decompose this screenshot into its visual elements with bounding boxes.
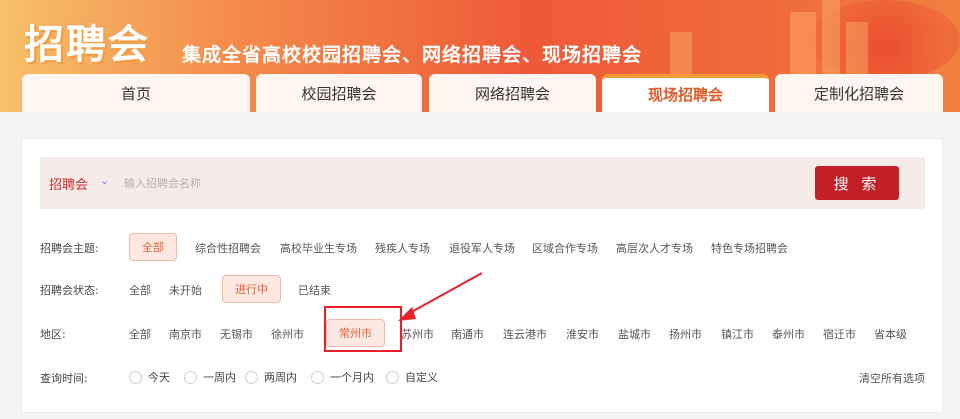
radio-circle-icon[interactable] [129, 370, 142, 384]
region-option-huaian[interactable]: 淮安市 [566, 326, 599, 342]
region-option-yangzhou[interactable]: 扬州市 [669, 326, 702, 342]
radio-circle-icon[interactable] [386, 370, 399, 384]
theme-option-comprehensive[interactable]: 综合性招聘会 [195, 240, 261, 256]
radio-circle-icon[interactable] [311, 370, 324, 384]
tab-custom-fair[interactable]: 定制化招聘会 [775, 74, 943, 112]
header-slogan: 集成全省高校校园招聘会、网络招聘会、现场招聘会 [182, 44, 643, 66]
region-option-zhenjiang[interactable]: 镇江市 [721, 326, 754, 342]
chevron-down-icon[interactable]: ⌄ [100, 174, 109, 187]
region-option-all[interactable]: 全部 [129, 326, 151, 342]
region-option-provincial[interactable]: 省本级 [874, 326, 907, 342]
region-option-yancheng[interactable]: 盐城市 [618, 326, 651, 342]
annotation-arrow [398, 272, 483, 321]
region-option-suqian[interactable]: 宿迁市 [823, 326, 856, 342]
status-option-all[interactable]: 全部 [129, 282, 151, 298]
status-option-ongoing[interactable]: 进行中 [222, 275, 281, 303]
tab-online-fair[interactable]: 网络招聘会 [429, 74, 596, 112]
status-option-upcoming[interactable]: 未开始 [169, 282, 202, 298]
header-banner: 招聘会 集成全省高校校园招聘会、网络招聘会、现场招聘会 首页 校园招聘会 网络招… [0, 0, 960, 112]
tab-onsite-fair[interactable]: 现场招聘会 [602, 74, 769, 112]
search-input[interactable] [124, 171, 804, 195]
region-option-nanjing[interactable]: 南京市 [169, 326, 202, 342]
region-option-xuzhou[interactable]: 徐州市 [271, 326, 304, 342]
site-logo[interactable]: 招聘会 [24, 12, 150, 70]
filter-row-theme: 招聘会主题: 全部 综合性招聘会 高校毕业生专场 残疾人专场 退役军人专场 区域… [40, 233, 925, 261]
region-option-lianyungang[interactable]: 连云港市 [503, 326, 547, 342]
theme-option-disabled[interactable]: 残疾人专场 [375, 240, 430, 256]
filter-row-time: 查询时间: 今天 一周内 两周内 一个月内 自定义 清空所有选项 [40, 363, 925, 391]
main-nav: 首页 校园招聘会 网络招聘会 现场招聘会 定制化招聘会 [22, 74, 943, 112]
time-radio-today[interactable]: 今天 [129, 369, 170, 385]
highlight-box [324, 306, 402, 352]
filter-label-theme: 招聘会主题: [40, 242, 99, 255]
filter-panel: 招聘会 ⌄ 搜 索 招聘会主题: 全部 综合性招聘会 高校毕业生专场 残疾人专场… [21, 138, 943, 413]
time-radio-month[interactable]: 一个月内 [311, 369, 374, 385]
region-option-taizhou[interactable]: 泰州市 [772, 326, 805, 342]
theme-option-graduates[interactable]: 高校毕业生专场 [280, 240, 357, 256]
theme-option-regional[interactable]: 区域合作专场 [532, 240, 598, 256]
tab-home[interactable]: 首页 [22, 74, 250, 112]
search-bar: 招聘会 ⌄ 搜 索 [40, 157, 925, 209]
theme-option-special[interactable]: 特色专场招聘会 [711, 240, 788, 256]
tab-campus-fair[interactable]: 校园招聘会 [256, 74, 422, 112]
time-radio-custom[interactable]: 自定义 [386, 369, 438, 385]
filter-label-status: 招聘会状态: [40, 284, 99, 297]
status-option-ended[interactable]: 已结束 [298, 282, 331, 298]
region-option-wuxi[interactable]: 无锡市 [220, 326, 253, 342]
clear-all-button[interactable]: 清空所有选项 [859, 370, 925, 386]
theme-option-all[interactable]: 全部 [129, 233, 177, 261]
search-button[interactable]: 搜 索 [815, 166, 899, 200]
filter-label-region: 地区: [40, 328, 66, 341]
search-type-select[interactable]: 招聘会 [49, 174, 88, 193]
filter-label-time: 查询时间: [40, 372, 88, 385]
radio-circle-icon[interactable] [184, 370, 197, 384]
theme-option-high-level[interactable]: 高层次人才专场 [616, 240, 693, 256]
theme-option-veterans[interactable]: 退役军人专场 [449, 240, 515, 256]
time-radio-week[interactable]: 一周内 [184, 369, 236, 385]
radio-circle-icon[interactable] [245, 370, 258, 384]
time-radio-two-weeks[interactable]: 两周内 [245, 369, 297, 385]
